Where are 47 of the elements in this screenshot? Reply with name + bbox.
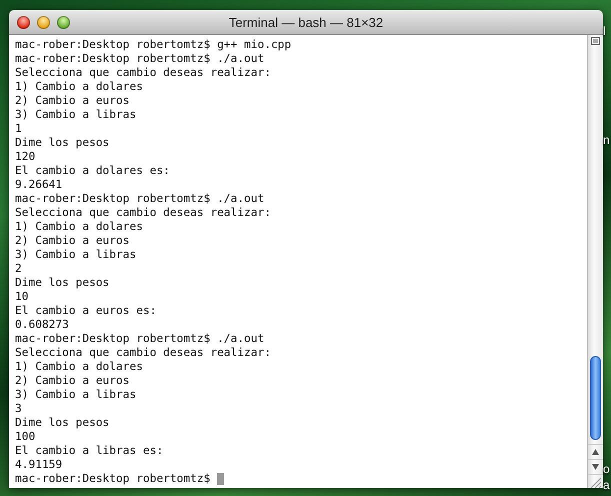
zoom-button[interactable] [57,16,70,28]
scroll-thumb[interactable] [590,356,601,440]
output-line: mac-rober:Desktop robertomtz$ ./a.out [15,52,266,66]
resize-grip-icon[interactable] [588,476,601,488]
output-line: 4.91159 [15,458,64,472]
scrollbar[interactable] [587,35,603,488]
output-line: 10 [15,290,30,304]
output-line: El cambio a libras es: [15,444,164,458]
output-line: 1) Cambio a dolares [15,80,144,94]
output-line: mac-rober:Desktop robertomtz$ g++ mio.cpp [15,38,292,52]
desktop-icon-label: n [603,133,610,147]
output-line: Dime los pesos [15,276,110,290]
text-cursor [217,473,224,485]
output-line: mac-rober:Desktop robertomtz$ ./a.out [15,192,266,206]
desktop-icon-label: a [603,478,610,492]
output-line: 3 [15,402,23,416]
output-line: Selecciona que cambio deseas realizar: [15,206,272,220]
output-line: Selecciona que cambio deseas realizar: [15,346,272,360]
output-line: 2 [15,262,23,276]
output-line: Dime los pesos [15,416,110,430]
output-line: 9.26641 [15,178,64,192]
prompt-line: mac-rober:Desktop robertomtz$ [15,472,210,486]
split-handle-icon[interactable] [591,37,600,45]
output-line: 3) Cambio a libras [15,248,138,262]
output-line: Selecciona que cambio deseas realizar: [15,66,272,80]
output-line: 0.608273 [15,318,70,332]
output-line: El cambio a dolares es: [15,164,171,178]
scroll-up-icon[interactable] [592,449,599,455]
output-line: 1) Cambio a dolares [15,360,144,374]
output-line: Dime los pesos [15,136,110,150]
output-line: 100 [15,430,36,444]
desktop-icon-label: o [603,462,610,476]
scroll-down-icon[interactable] [592,464,599,470]
minimize-button[interactable] [37,16,50,28]
close-button[interactable] [17,16,30,28]
window-title: Terminal — bash — 81×32 [228,14,384,30]
output-line: 2) Cambio a euros [15,374,131,388]
output-line: 3) Cambio a libras [15,388,138,402]
output-line: 2) Cambio a euros [15,234,131,248]
output-line: 3) Cambio a libras [15,108,138,122]
output-line: mac-rober:Desktop robertomtz$ ./a.out [15,332,266,346]
output-line: 1) Cambio a dolares [15,220,144,234]
output-line: 2) Cambio a euros [15,94,131,108]
output-line: 120 [15,150,36,164]
desktop-icon-label: l [603,24,606,38]
output-line: 1 [15,122,23,136]
output-line: El cambio a euros es: [15,304,158,318]
